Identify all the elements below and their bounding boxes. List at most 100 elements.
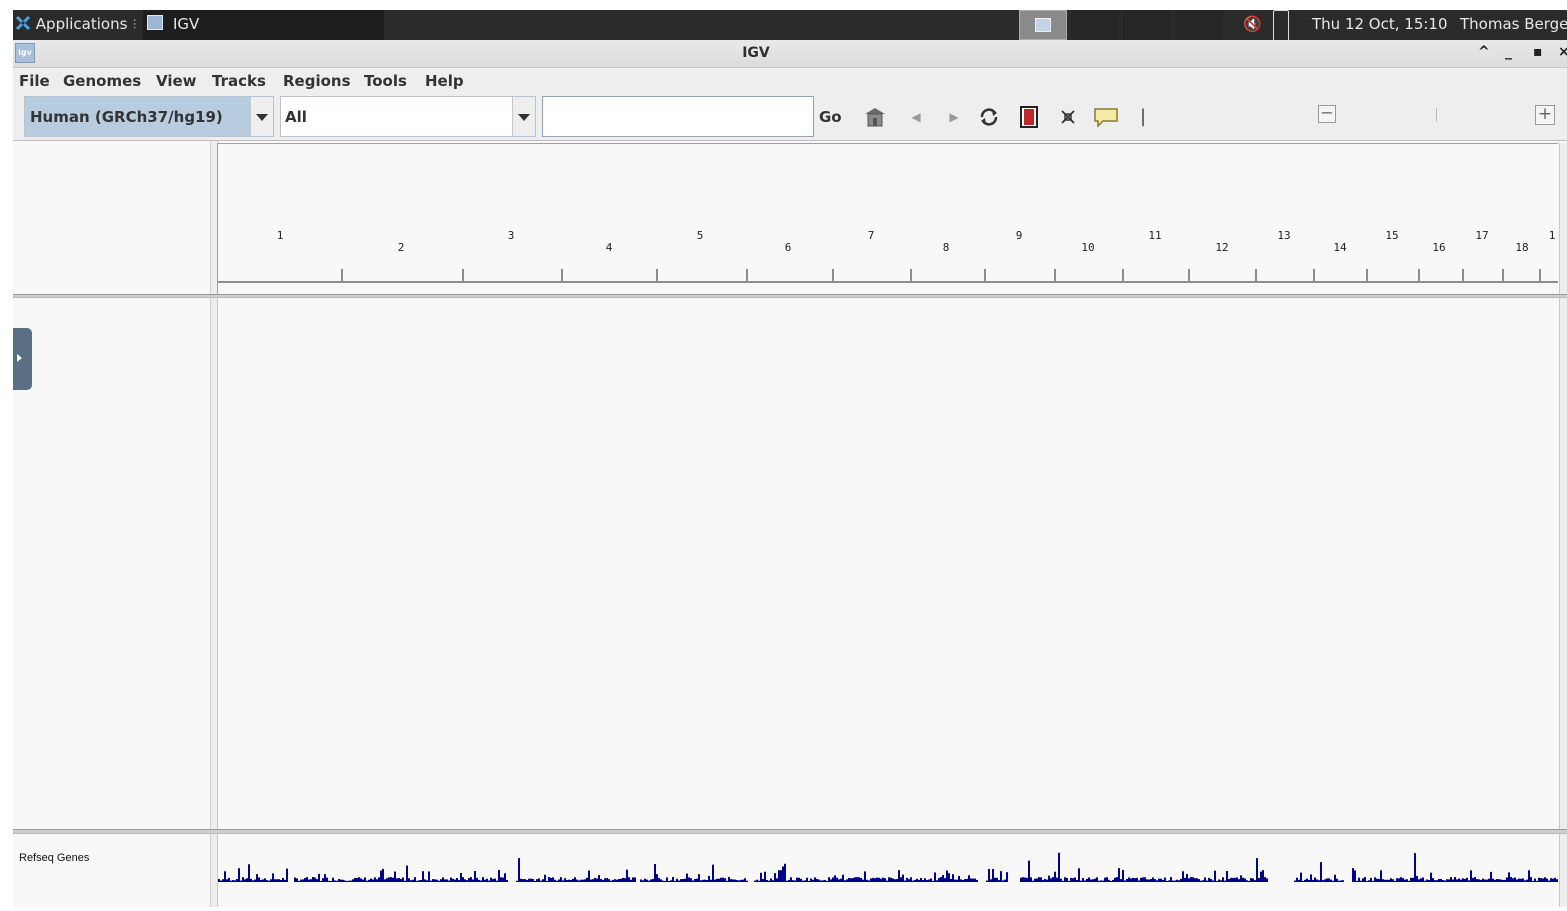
go-button[interactable]: Go <box>819 108 842 126</box>
chromosome-label[interactable]: 15 <box>1385 229 1398 242</box>
chromosome-label[interactable]: 9 <box>1016 229 1023 242</box>
forward-arrow-icon[interactable]: ▶ <box>942 105 966 129</box>
expand-panel-handle[interactable] <box>13 328 32 390</box>
refresh-icon[interactable] <box>977 105 1001 129</box>
density-bar <box>450 877 452 882</box>
ruler-icon[interactable]: | <box>1131 105 1155 129</box>
close-button[interactable]: × <box>1558 44 1567 60</box>
genome-dropdown[interactable]: Human (GRCh37/hg19) <box>24 96 274 137</box>
chromosome-ruler[interactable]: 1234567891011121314151617181 <box>218 144 1558 295</box>
menu-file[interactable]: File <box>19 72 50 90</box>
chromosome-ruler-panel[interactable]: 1 2 3 4 5 6 7 8 9 10 11 12 13 14 15 16 17 18 1 <box>217 143 1558 295</box>
density-bar <box>708 875 710 882</box>
density-bar <box>992 869 994 882</box>
density-bar <box>1252 878 1254 882</box>
density-bar <box>640 879 642 882</box>
density-bar <box>1094 878 1096 882</box>
chromosome-label[interactable]: 7 <box>868 229 875 242</box>
density-bar <box>1144 877 1146 882</box>
chevron-down-icon[interactable] <box>250 97 273 136</box>
workspace-1-button[interactable] <box>1019 10 1067 40</box>
density-bar <box>220 880 222 882</box>
density-bar <box>702 879 704 882</box>
chromosome-label[interactable]: 2 <box>398 241 405 254</box>
minimize-button[interactable]: _ <box>1505 44 1512 60</box>
menu-regions[interactable]: Regions <box>283 72 351 90</box>
back-arrow-icon[interactable]: ◀ <box>904 105 928 129</box>
menu-tools[interactable]: Tools <box>364 72 407 90</box>
chromosome-label[interactable]: 4 <box>606 241 613 254</box>
menu-help[interactable]: Help <box>425 72 464 90</box>
zoom-out-button[interactable]: − <box>1318 105 1336 123</box>
chromosome-label[interactable]: 12 <box>1215 241 1228 254</box>
density-bar <box>996 877 998 882</box>
density-bar <box>868 880 870 882</box>
chromosome-label[interactable]: 6 <box>785 241 792 254</box>
refseq-genes-track[interactable] <box>217 834 1558 907</box>
density-bar <box>1266 878 1268 882</box>
chromosome-label[interactable]: 1 <box>277 229 284 242</box>
density-bar <box>534 880 536 882</box>
window-titlebar[interactable]: igv IGV ^ _ ▪ × <box>13 40 1567 68</box>
density-bar <box>762 878 764 882</box>
density-bar <box>1422 877 1424 882</box>
maximize-button[interactable]: ▪ <box>1533 44 1543 60</box>
chromosome-label[interactable]: 1 <box>1549 229 1556 242</box>
chromosome-dropdown[interactable]: All <box>280 96 536 137</box>
chromosome-label[interactable]: 10 <box>1081 241 1094 254</box>
clock[interactable]: Thu 12 Oct, 15:10 <box>1312 10 1448 40</box>
menu-genomes[interactable]: Genomes <box>63 72 141 90</box>
header-panel: 1 2 3 4 5 6 7 8 9 10 11 12 13 14 15 16 17 18 1 <box>13 141 1567 295</box>
density-bar <box>626 869 628 882</box>
density-bar <box>628 877 630 882</box>
user-name[interactable]: Thomas Berge <box>1460 10 1567 40</box>
workspace-4-button[interactable] <box>1175 10 1223 40</box>
applications-menu-button[interactable]: Applications ⁝ <box>15 10 137 40</box>
chromosome-label[interactable]: 16 <box>1432 241 1445 254</box>
density-bar <box>1396 878 1398 882</box>
density-bar <box>760 872 762 882</box>
density-bar <box>1352 868 1354 882</box>
header-scrollbar[interactable] <box>1559 143 1567 294</box>
taskbar-window-igv[interactable]: IGV <box>143 10 384 40</box>
data-track-area[interactable] <box>217 298 1558 829</box>
menu-view[interactable]: View <box>156 72 197 90</box>
chevron-down-icon[interactable] <box>512 97 535 136</box>
density-bar <box>378 877 380 882</box>
chromosome-label[interactable]: 3 <box>508 229 515 242</box>
shade-button[interactable]: ^ <box>1478 44 1490 60</box>
locus-search-input[interactable] <box>542 96 814 137</box>
density-bar <box>756 879 758 882</box>
chromosome-label[interactable]: 5 <box>697 229 704 242</box>
zoom-in-button[interactable]: + <box>1535 105 1555 125</box>
workspace-2-button[interactable] <box>1071 10 1119 40</box>
feature-scrollbar[interactable] <box>1559 834 1567 907</box>
chromosome-label[interactable]: 17 <box>1475 229 1488 242</box>
chromosome-label[interactable]: 11 <box>1148 229 1161 242</box>
data-scrollbar[interactable] <box>1559 298 1567 829</box>
density-bar <box>560 877 562 882</box>
density-bar <box>1456 879 1458 882</box>
density-bar <box>1546 878 1548 882</box>
density-bar <box>696 878 698 882</box>
density-bar <box>1474 877 1476 882</box>
resize-to-window-icon[interactable] <box>1056 105 1080 129</box>
density-bar <box>1472 877 1474 882</box>
chromosome-label[interactable]: 18 <box>1515 241 1528 254</box>
workspace-3-button[interactable] <box>1123 10 1171 40</box>
density-bar <box>1138 880 1140 882</box>
region-of-interest-icon[interactable] <box>1017 105 1041 129</box>
density-bar <box>1034 878 1036 882</box>
chromosome-label[interactable]: 8 <box>943 241 950 254</box>
power-manager-icon[interactable] <box>1273 10 1289 42</box>
density-bar <box>430 880 432 882</box>
chromosome-label[interactable]: 13 <box>1277 229 1290 242</box>
menu-tracks[interactable]: Tracks <box>212 72 266 90</box>
density-bar <box>332 877 334 882</box>
chromosome-label[interactable]: 14 <box>1333 241 1347 254</box>
volume-muted-icon[interactable]: 🔇 <box>1243 10 1262 40</box>
track-name-refseq-genes[interactable]: Refseq Genes <box>19 852 89 864</box>
home-icon[interactable] <box>863 105 887 129</box>
zoom-slider-tick[interactable] <box>1436 108 1437 122</box>
popup-text-behavior-icon[interactable] <box>1093 105 1118 129</box>
